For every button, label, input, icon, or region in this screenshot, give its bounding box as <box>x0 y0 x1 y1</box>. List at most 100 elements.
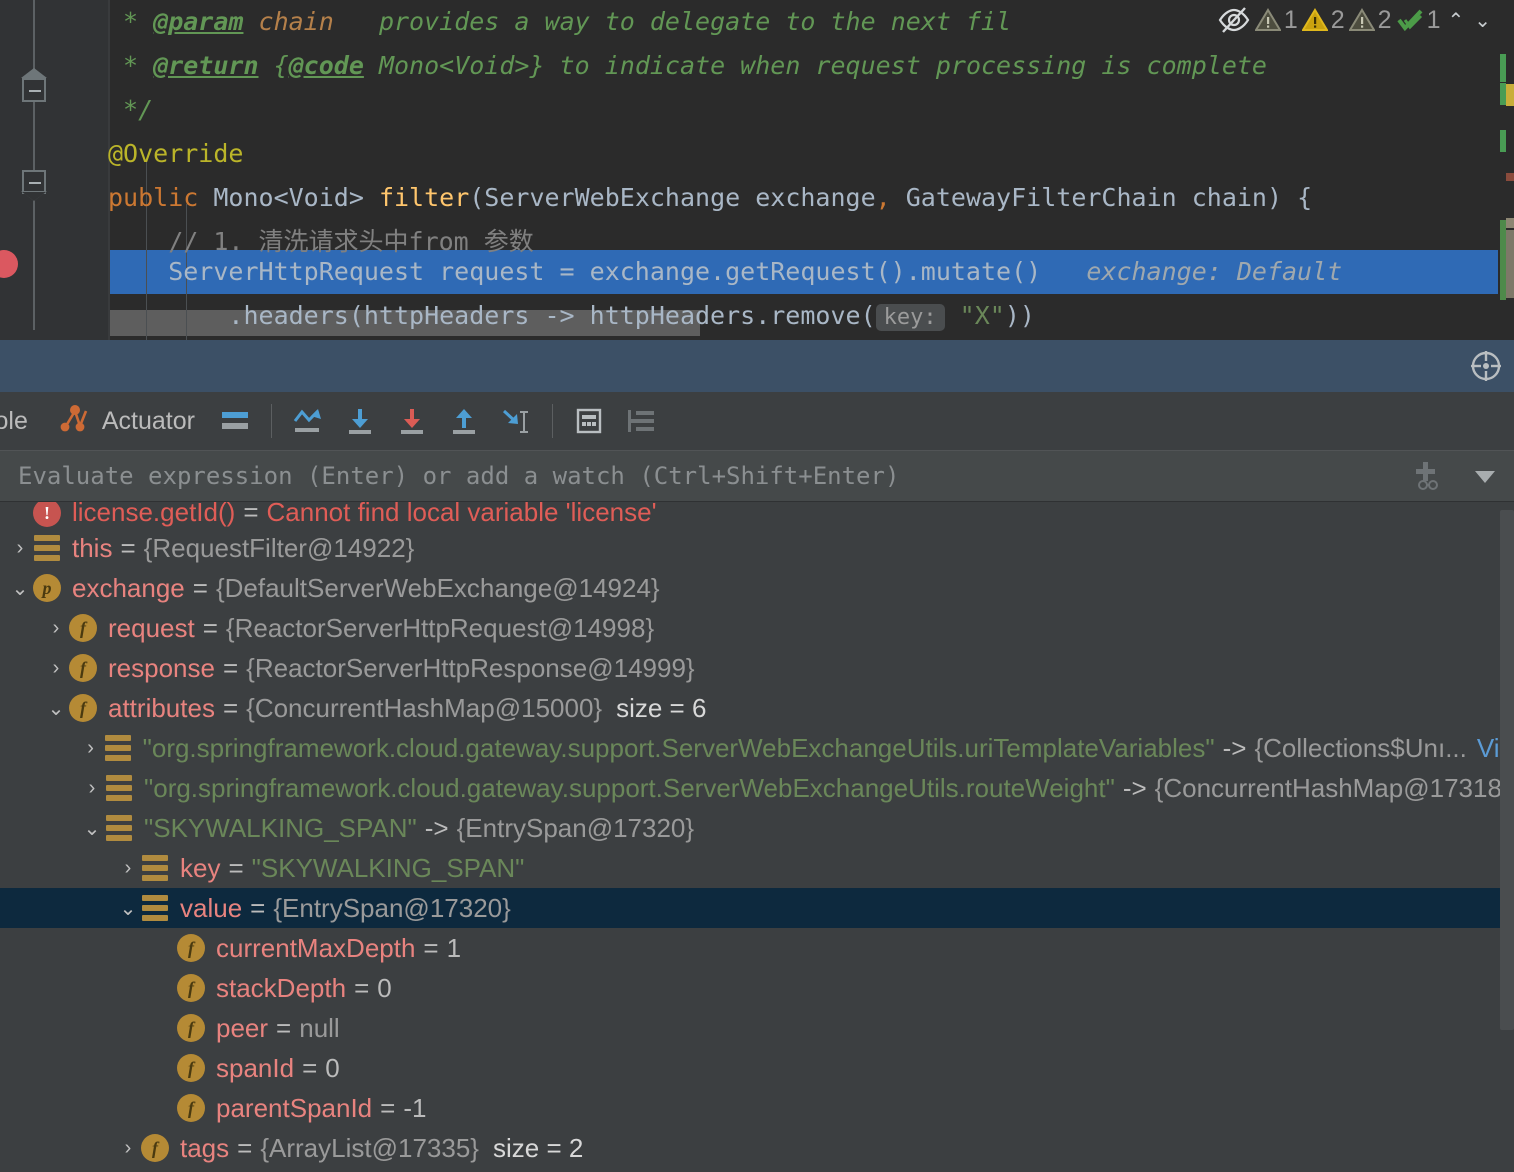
variable-name: stackDepth <box>216 972 347 1003</box>
editor-gutter[interactable] <box>0 0 108 340</box>
variable-row[interactable]: › f tags = {ArrayList@17335} size = 2 <box>0 1128 1514 1168</box>
code-editor[interactable]: * @param chain provides a way to delegat… <box>0 0 1514 340</box>
variable-row[interactable]: ›fparentSpanId=-1 <box>0 1088 1514 1128</box>
variable-row[interactable]: ›fcurrentMaxDepth=1 <box>0 928 1514 968</box>
variable-key: "SKYWALKING_SPAN" <box>144 812 417 843</box>
crosshair-target-icon[interactable] <box>1470 350 1502 382</box>
inspection-count-2[interactable]: 2 <box>1348 6 1392 35</box>
fold-marker-top[interactable] <box>21 68 47 108</box>
variable-row[interactable]: ›fpeer=null <box>0 1008 1514 1048</box>
variable-row[interactable]: ⌄ f attributes = {ConcurrentHashMap@15000} si… <box>0 688 1514 728</box>
inspection-count-1[interactable]: 2 <box>1301 5 1345 35</box>
map-arrow: -> <box>1222 732 1247 763</box>
variable-row[interactable]: ›!license.getId()=Cannot find local vari… <box>0 502 1514 528</box>
expand-arrow-closed-icon[interactable]: › <box>116 1137 140 1160</box>
code-token: */ <box>108 95 154 124</box>
map-entry-icon <box>140 853 170 883</box>
next-problem-button[interactable]: ⌄ <box>1471 8 1494 33</box>
run-to-cursor-icon[interactable] <box>490 395 542 447</box>
variable-row[interactable]: › "org.springframework.cloud.gateway.supp… <box>0 768 1514 808</box>
marker-warning <box>1506 84 1514 106</box>
variable-name: tags <box>180 1132 230 1163</box>
expand-arrow-closed-icon[interactable]: › <box>8 537 32 560</box>
code-token: )) <box>1004 301 1035 330</box>
map-entry-icon <box>140 893 170 923</box>
eye-slash-icon[interactable] <box>1217 5 1251 35</box>
add-watch-icon[interactable] <box>1398 450 1456 502</box>
variable-row[interactable]: ⌄ "SKYWALKING_SPAN" -> {EntrySpan@17320} <box>0 808 1514 848</box>
variable-key: "org.springframework.cloud.gateway.suppo… <box>144 772 1115 803</box>
settings-list-icon[interactable] <box>615 395 667 447</box>
variable-row[interactable]: › f response = {ReactorServerHttpResponse@14… <box>0 648 1514 688</box>
map-entry-icon <box>103 733 133 763</box>
inspection-count-label: 1 <box>1283 5 1298 34</box>
error-icon: ! <box>32 502 62 528</box>
evaluate-expression-row[interactable] <box>0 450 1514 502</box>
field-icon: f <box>68 613 98 643</box>
variable-row[interactable]: › key = "SKYWALKING_SPAN" <box>0 848 1514 888</box>
evaluate-expression-icon[interactable] <box>563 395 615 447</box>
panel-splitter[interactable] <box>0 340 1514 392</box>
variable-row[interactable]: ⌄ p exchange = {DefaultServerWebExchange@149… <box>0 568 1514 608</box>
field-icon: f <box>140 1133 170 1163</box>
variable-name: parentSpanId <box>216 1092 373 1123</box>
marker-ref <box>1506 230 1514 298</box>
code-token: { <box>258 51 289 80</box>
expand-arrow-closed-icon[interactable]: › <box>116 857 140 880</box>
variable-name: exchange <box>72 572 185 603</box>
expand-arrow-open-icon[interactable]: ⌄ <box>80 816 104 841</box>
equals-sign: = <box>243 502 259 527</box>
inspection-count-3[interactable]: 1 <box>1396 6 1440 35</box>
inspection-count-label: 2 <box>1330 5 1345 34</box>
variable-row[interactable]: › "org.springframework.cloud.gateway.supp… <box>0 728 1514 768</box>
breakpoint-icon[interactable] <box>0 250 18 278</box>
expand-arrow-closed-icon[interactable]: › <box>80 777 104 800</box>
expand-arrow-closed-icon[interactable]: › <box>44 657 68 680</box>
step-into-icon[interactable] <box>386 395 438 447</box>
expand-arrow-open-icon[interactable]: ⌄ <box>116 896 140 921</box>
expand-arrow-closed-icon[interactable]: › <box>44 617 68 640</box>
variable-row[interactable]: ›fstackDepth=0 <box>0 968 1514 1008</box>
editor-marker-bar[interactable] <box>1498 0 1514 340</box>
frames-toggle-icon[interactable] <box>209 395 261 447</box>
variable-name: peer <box>216 1012 269 1043</box>
variable-row[interactable]: ›fspanId=0 <box>0 1048 1514 1088</box>
map-entry-icon <box>104 813 134 843</box>
prev-problem-button[interactable]: ⌃ <box>1444 8 1467 33</box>
code-token: @code <box>288 51 364 80</box>
marker-green <box>1500 130 1506 152</box>
variable-row[interactable]: › this = {RequestFilter@14922} <box>0 528 1514 568</box>
code-token: "X" <box>944 301 1005 330</box>
expand-arrow-open-icon[interactable]: ⌄ <box>44 696 68 721</box>
step-out-icon[interactable] <box>438 395 490 447</box>
equals-sign: = <box>228 852 244 883</box>
tab-console[interactable]: sole <box>0 407 46 436</box>
fold-marker-bottom[interactable] <box>21 170 47 201</box>
variable-value: {ConcurrentHashMap@17318} <box>1154 772 1511 803</box>
variables-scrollbar[interactable] <box>1500 510 1514 1030</box>
debugger-toolbar[interactable]: sole Actuator <box>0 392 1514 450</box>
equals-sign: = <box>222 652 239 683</box>
variable-row[interactable]: › f request = {ReactorServerHttpRequest@1499… <box>0 608 1514 648</box>
expand-arrow-closed-icon[interactable]: › <box>79 737 103 760</box>
variable-value: {DefaultServerWebExchange@14924} <box>215 572 660 603</box>
equals-sign: = <box>250 892 266 923</box>
tab-actuator-label: Actuator <box>101 406 195 435</box>
show-execution-point-icon[interactable] <box>282 395 334 447</box>
expand-arrow-open-icon[interactable]: ⌄ <box>8 576 32 601</box>
variable-value: 0 <box>377 972 392 1003</box>
collection-size: size = 2 <box>492 1132 584 1163</box>
inspections-widget[interactable]: 1 2 2 1 ⌃ ⌄ <box>1217 0 1494 40</box>
inspection-count-0[interactable]: 1 <box>1254 5 1298 35</box>
tab-actuator[interactable]: Actuator <box>46 403 209 440</box>
step-over-icon[interactable] <box>334 395 386 447</box>
code-token: GatewayFilterChain chain) { <box>890 183 1313 212</box>
variable-name: this <box>72 532 113 563</box>
variable-name: spanId <box>216 1052 295 1083</box>
chevron-down-icon[interactable] <box>1456 450 1514 502</box>
evaluate-expression-input[interactable] <box>0 462 1398 490</box>
variables-tree[interactable]: ›! license.getId() = Cannot find local vari… <box>0 502 1514 1172</box>
variable-row[interactable]: ⌄ value = {EntrySpan@17320} <box>0 888 1514 928</box>
code-token: Mono<Void> <box>213 183 379 212</box>
